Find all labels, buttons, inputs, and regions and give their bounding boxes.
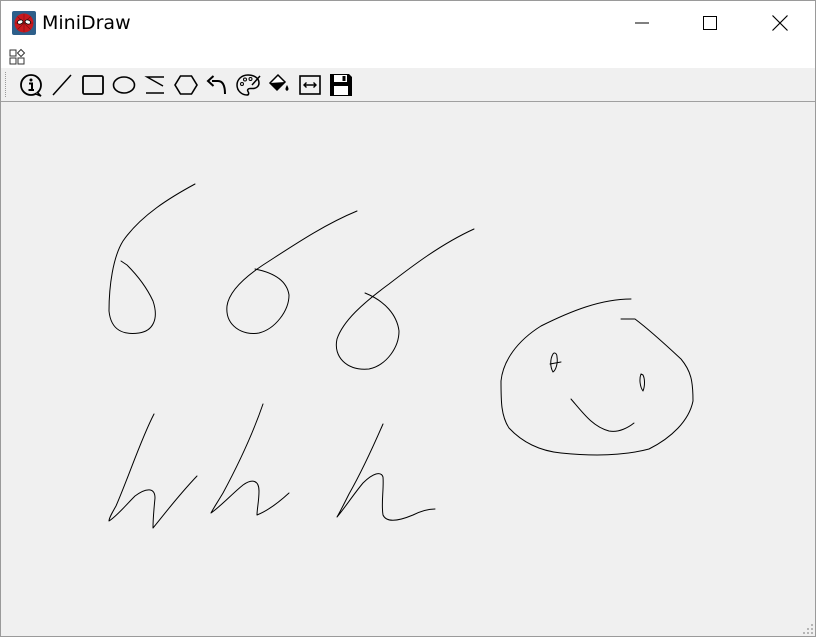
palette-button[interactable]	[233, 70, 263, 100]
app-window: MiniDraw	[0, 0, 816, 637]
palette-icon	[236, 74, 261, 96]
width-icon	[299, 75, 321, 95]
spiderman-app-icon	[12, 11, 36, 35]
stroke-letter-h-3	[336, 423, 436, 521]
stroke-smiley-right-eye	[639, 373, 645, 392]
canvas-drawing	[108, 183, 694, 529]
resize-grip-icon[interactable]	[802, 623, 814, 635]
save-button[interactable]	[326, 70, 356, 100]
stroke-smiley-left-eye	[549, 352, 562, 373]
undo-button[interactable]	[202, 70, 232, 100]
drawing-canvas[interactable]	[1, 102, 815, 636]
apps-menu-button[interactable]	[8, 47, 28, 67]
fill-button[interactable]	[264, 70, 294, 100]
window-title: MiniDraw	[42, 12, 131, 34]
minimize-button[interactable]	[619, 1, 665, 45]
freehand-tool-button[interactable]	[140, 70, 170, 100]
stroke-smiley-face	[500, 298, 694, 456]
ellipse-tool-button[interactable]	[109, 70, 139, 100]
ellipse-icon	[112, 76, 136, 94]
undo-icon	[206, 75, 226, 95]
title-bar[interactable]: MiniDraw	[1, 1, 815, 45]
stroke-letter-h-1	[108, 413, 198, 529]
stroke-loop-1	[108, 183, 196, 334]
close-icon	[772, 15, 788, 31]
line-tool-button[interactable]	[47, 70, 77, 100]
toolbar-grip[interactable]	[5, 72, 9, 97]
info-button[interactable]	[16, 70, 46, 100]
minimize-icon	[635, 22, 649, 24]
stroke-loop-2	[226, 210, 358, 335]
line-icon	[52, 74, 72, 96]
stroke-loop-3	[335, 228, 475, 370]
fill-icon	[268, 73, 289, 92]
toolbar	[1, 68, 815, 102]
rectangle-icon	[82, 75, 104, 95]
stroke-letter-h-2	[210, 403, 290, 516]
info-icon	[20, 74, 42, 97]
freehand-icon	[144, 76, 164, 94]
maximize-icon	[703, 16, 717, 30]
maximize-button[interactable]	[687, 1, 733, 45]
apps-menu-icon	[9, 48, 26, 65]
close-button[interactable]	[757, 1, 803, 45]
width-button[interactable]	[295, 70, 325, 100]
polygon-tool-button[interactable]	[171, 70, 201, 100]
save-icon	[330, 74, 352, 96]
stroke-smiley-mouth	[570, 398, 635, 432]
rectangle-tool-button[interactable]	[78, 70, 108, 100]
polygon-icon	[174, 75, 198, 95]
menu-bar	[1, 45, 815, 68]
